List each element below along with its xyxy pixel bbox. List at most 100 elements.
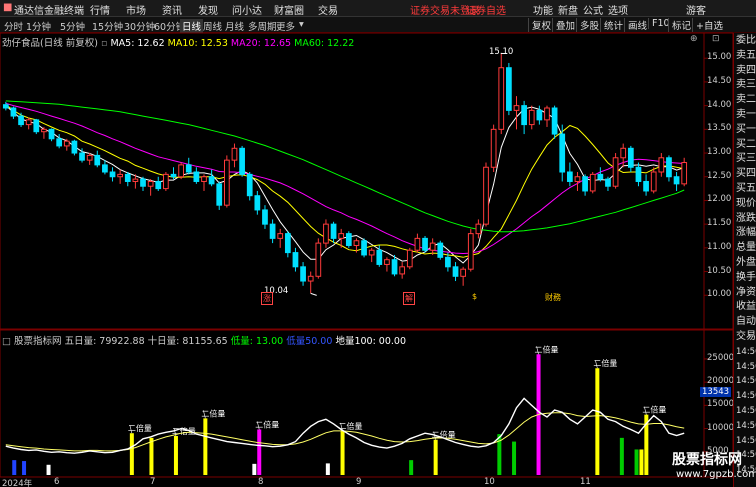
candle-body — [399, 266, 406, 275]
side-panel-item[interactable]: 14:50 — [736, 346, 756, 358]
ten-day-volume: 十日量: 81155.65 — [147, 336, 228, 347]
candle-body — [612, 157, 619, 187]
side-panel-item[interactable]: 14:50 — [736, 361, 756, 373]
candle-body — [216, 183, 223, 206]
candle-body — [292, 252, 299, 268]
volume-bar — [12, 460, 17, 475]
candle-body — [658, 157, 665, 173]
side-panel-item[interactable]: 买三 — [736, 153, 756, 165]
event-label-finance[interactable]: 财務 — [545, 292, 561, 303]
price-tick-label: 11.50 — [707, 218, 732, 229]
candle-body — [475, 223, 482, 235]
candle-body — [681, 162, 688, 185]
high-price-label: 15.10 — [489, 47, 514, 57]
low-volume-50: 低量50.00 — [286, 336, 333, 347]
quote-side-panel: 委比卖五卖四卖三卖二卖一买一买二买三买四买五现价涨跌涨幅总量外盘换手净资收益自动… — [733, 33, 756, 487]
candle-body — [345, 233, 352, 246]
candle-body — [566, 171, 573, 182]
volume-bar — [46, 464, 51, 475]
event-label-dollar[interactable]: $ — [472, 292, 477, 301]
candle-body — [2, 104, 9, 109]
volume-bar — [203, 418, 208, 475]
candle-body — [163, 173, 169, 190]
candle-body — [140, 178, 146, 187]
side-panel-item[interactable]: 14:50 — [736, 435, 756, 447]
candle-body — [284, 233, 291, 254]
side-panel-item[interactable]: 卖四 — [736, 65, 756, 77]
side-panel-item[interactable]: 14:50 — [736, 420, 756, 432]
candle-body — [25, 119, 32, 126]
side-panel-item[interactable]: 买一 — [736, 124, 756, 136]
candle-body — [246, 173, 253, 197]
candle-body — [86, 154, 93, 161]
volume-bar — [433, 439, 438, 475]
candle-body — [422, 237, 428, 251]
candle-body — [521, 105, 527, 126]
candle-body — [18, 115, 24, 126]
candle-body — [643, 180, 649, 192]
candle-body — [117, 173, 124, 178]
candle-body — [33, 119, 40, 133]
candle-body — [71, 140, 78, 154]
price-tick-label: 14.50 — [707, 75, 732, 86]
candle-body — [239, 147, 245, 175]
candle-body — [391, 259, 398, 275]
event-label-zhang[interactable]: 涨 — [261, 292, 273, 305]
side-panel-item[interactable]: 总量 — [736, 242, 756, 254]
candle-body — [102, 164, 108, 173]
candle-body — [315, 242, 322, 277]
side-panel-item[interactable]: 买二 — [736, 139, 756, 151]
side-panel-item[interactable]: 交易 — [736, 331, 756, 343]
side-panel-item[interactable]: 外盘 — [736, 257, 756, 269]
candle-body — [63, 140, 70, 147]
candle-body — [483, 166, 489, 225]
date-tick-label: 7 — [150, 477, 156, 487]
volume-tick-label: 10000 — [707, 422, 735, 433]
candle-body — [208, 176, 215, 185]
side-panel-item[interactable]: 卖五 — [736, 50, 756, 62]
side-panel-item[interactable]: 委比 — [736, 35, 756, 47]
side-panel-item[interactable]: 收益 — [736, 301, 756, 313]
volume-tick-label: 15000 — [707, 399, 735, 410]
indicator-icon[interactable]: □ — [2, 336, 11, 347]
volume-bar — [595, 368, 600, 475]
side-panel-item[interactable]: 14:50 — [736, 405, 756, 417]
volume-bar — [512, 441, 517, 475]
price-tick-label: 11.00 — [707, 241, 732, 252]
side-panel-item[interactable]: 14:50 — [736, 390, 756, 402]
volume-current-value: 13543 — [700, 387, 732, 397]
volume-bar — [619, 437, 624, 475]
side-panel-item[interactable]: 自动 — [736, 316, 756, 328]
five-day-volume: 五日量: 79922.88 — [64, 336, 145, 347]
candle-body — [559, 133, 566, 173]
candle-body — [467, 233, 474, 270]
candle-body — [429, 242, 436, 251]
candle-body — [589, 173, 596, 192]
candle-body — [361, 240, 367, 256]
side-panel-item[interactable]: 卖二 — [736, 94, 756, 106]
candle-body — [452, 266, 459, 277]
side-panel-item[interactable]: 买五 — [736, 183, 756, 195]
side-panel-item[interactable]: 换手 — [736, 272, 756, 284]
candle-body — [551, 107, 558, 135]
side-panel-item[interactable]: 卖一 — [736, 109, 756, 121]
ground-volume: 地量100: 00.00 — [335, 336, 406, 347]
side-panel-item[interactable]: 现价 — [736, 198, 756, 210]
event-label-jie[interactable]: 解 — [403, 292, 415, 305]
price-panel-border — [0, 32, 734, 330]
side-panel-item[interactable]: 14:50 — [736, 375, 756, 387]
candle-body — [79, 152, 85, 161]
kline-chart[interactable]: 二倍量 二倍量二倍量二倍量 二倍量二倍量二倍量二倍量二倍量 — [0, 0, 756, 487]
side-panel-item[interactable]: 净资 — [736, 287, 756, 299]
side-panel-item[interactable]: 卖三 — [736, 79, 756, 91]
price-tick-label: 13.00 — [707, 147, 732, 158]
side-panel-item[interactable]: 涨跌 — [736, 213, 756, 225]
candle-body — [582, 176, 588, 192]
candle-body — [490, 128, 497, 168]
candle-body — [155, 180, 162, 190]
side-panel-item[interactable]: 买四 — [736, 168, 756, 180]
side-panel-item[interactable]: 涨幅 — [736, 227, 756, 239]
volume-bar — [22, 461, 27, 475]
date-tick-label: 10 — [484, 477, 495, 487]
volume-bar — [149, 437, 154, 475]
